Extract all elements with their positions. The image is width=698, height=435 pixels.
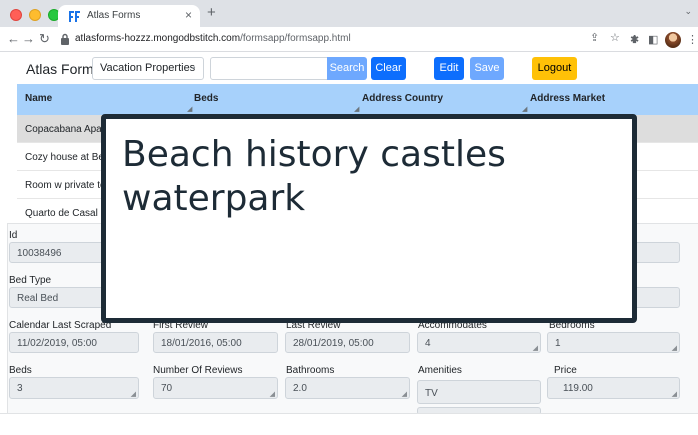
collection-select[interactable]: Vacation Properties ⌄ (92, 57, 204, 80)
first-review-field[interactable]: 18/01/2016, 05:00 (153, 332, 278, 353)
collection-select-value: Vacation Properties (100, 62, 196, 74)
column-header-beds[interactable]: Beds (194, 93, 218, 104)
browser-tab[interactable]: Atlas Forms × (58, 5, 200, 27)
number-of-reviews-field[interactable]: 70 ◢ (153, 377, 278, 399)
tab-title: Atlas Forms (87, 10, 141, 21)
grid-header: Name ◢ Beds ◢ Address Country ◢ Address … (17, 84, 698, 115)
bookmark-star-icon[interactable]: ☆ (610, 31, 620, 45)
address-bar[interactable]: atlasforms-hozzz.mongodbstitch.com/forms… (60, 30, 682, 49)
column-resize-handle[interactable]: ◢ (187, 105, 192, 113)
price-field[interactable]: 119.00 ◢ (547, 377, 680, 399)
window-close-button[interactable] (10, 9, 22, 21)
tab-search-chevron-icon[interactable]: ⌄ (684, 6, 692, 17)
accommodates-field[interactable]: 4 ◢ (417, 332, 541, 353)
url-domain: atlasforms-hozzz.mongodbstitch.com (75, 33, 241, 44)
price-label: Price (554, 365, 577, 376)
column-header-name[interactable]: Name (25, 93, 52, 104)
forward-icon[interactable]: → (22, 31, 35, 47)
bathrooms-label: Bathrooms (286, 365, 335, 376)
kebab-menu-icon[interactable]: ⋮ (687, 33, 698, 47)
url-text: atlasforms-hozzz.mongodbstitch.com/forms… (75, 33, 351, 44)
bed-type-value: Real Bed (17, 293, 59, 304)
resize-grip-icon[interactable]: ◢ (672, 344, 677, 352)
atlas-forms-favicon-icon (68, 10, 81, 23)
browser-toolbar: ← → ↻ atlasforms-hozzz.mongodbstitch.com… (0, 27, 698, 52)
reload-icon[interactable]: ↻ (39, 31, 50, 47)
resize-grip-icon[interactable]: ◢ (131, 390, 136, 398)
search-input[interactable] (210, 57, 328, 80)
calendar-last-scraped-value: 11/02/2019, 05:00 (17, 338, 97, 349)
app-navbar: Atlas Forms Vacation Properties ⌄ Search… (0, 53, 698, 84)
row-name: Copacabana Apart (25, 124, 108, 135)
first-review-value: 18/01/2016, 05:00 (161, 338, 242, 349)
overlay-text: Beach history castles waterpark (122, 134, 506, 219)
back-icon[interactable]: ← (7, 31, 20, 47)
row-name: Quarto de Casal e (25, 208, 107, 219)
search-button[interactable]: Search (327, 57, 367, 80)
resize-grip-icon[interactable]: ◢ (533, 344, 538, 352)
calendar-last-scraped-field[interactable]: 11/02/2019, 05:00 (9, 332, 139, 353)
id-value: 10038496 (17, 248, 62, 259)
column-resize-handle[interactable]: ◢ (354, 105, 359, 113)
resize-grip-icon[interactable]: ◢ (672, 390, 677, 398)
window-minimize-button[interactable] (29, 9, 41, 21)
share-icon[interactable]: ⇪ (590, 31, 599, 45)
column-resize-handle[interactable]: ◢ (522, 105, 527, 113)
tab-close-icon[interactable]: × (185, 8, 192, 22)
sidebar-icon[interactable]: ◧ (648, 33, 658, 47)
amenities-label: Amenities (418, 365, 462, 376)
resize-grip-icon[interactable]: ◢ (270, 390, 275, 398)
lock-icon (61, 33, 69, 45)
beds-value: 3 (17, 383, 23, 394)
new-tab-button[interactable]: + (207, 4, 216, 21)
url-path: /formsapp/formsapp.html (240, 33, 351, 44)
clear-button[interactable]: Clear (371, 57, 406, 80)
number-of-reviews-label: Number Of Reviews (153, 365, 243, 376)
row-name: Room w private to (25, 180, 106, 191)
brand-title: Atlas Forms (26, 61, 101, 77)
beds-label: Beds (9, 365, 32, 376)
edit-button[interactable]: Edit (434, 57, 464, 80)
bathrooms-value: 2.0 (293, 383, 307, 394)
bedrooms-value: 1 (555, 338, 561, 349)
calendar-last-scraped-label: Calendar Last Scraped (9, 320, 112, 331)
accommodates-value: 4 (425, 338, 431, 349)
column-header-address-market[interactable]: Address Market (530, 93, 605, 104)
last-review-value: 28/01/2019, 05:00 (293, 338, 374, 349)
bedrooms-field[interactable]: 1 ◢ (547, 332, 680, 353)
save-button[interactable]: Save (470, 57, 504, 80)
logout-button[interactable]: Logout (532, 57, 577, 80)
id-label: Id (9, 230, 18, 241)
row-name: Cozy house at Bey (25, 152, 109, 163)
profile-avatar[interactable] (665, 32, 681, 48)
browser-titlebar: Atlas Forms × + ⌄ (0, 0, 698, 27)
last-review-field[interactable]: 28/01/2019, 05:00 (285, 332, 410, 353)
amenities-value: TV (425, 388, 438, 399)
resize-grip-icon[interactable]: ◢ (402, 390, 407, 398)
chevron-down-icon: ⌄ (189, 61, 197, 71)
page-footer (0, 413, 698, 435)
beds-field[interactable]: 3 ◢ (9, 377, 139, 399)
amenities-list[interactable]: TV (417, 380, 541, 404)
bathrooms-field[interactable]: 2.0 ◢ (285, 377, 410, 399)
puzzle-icon[interactable]: ✱ (630, 33, 639, 47)
price-value: 119.00 (563, 383, 593, 394)
overlay-card: Beach history castles waterpark (101, 114, 637, 323)
bed-type-label: Bed Type (9, 275, 52, 286)
number-of-reviews-value: 70 (161, 383, 173, 394)
column-header-address-country[interactable]: Address Country (362, 93, 443, 104)
